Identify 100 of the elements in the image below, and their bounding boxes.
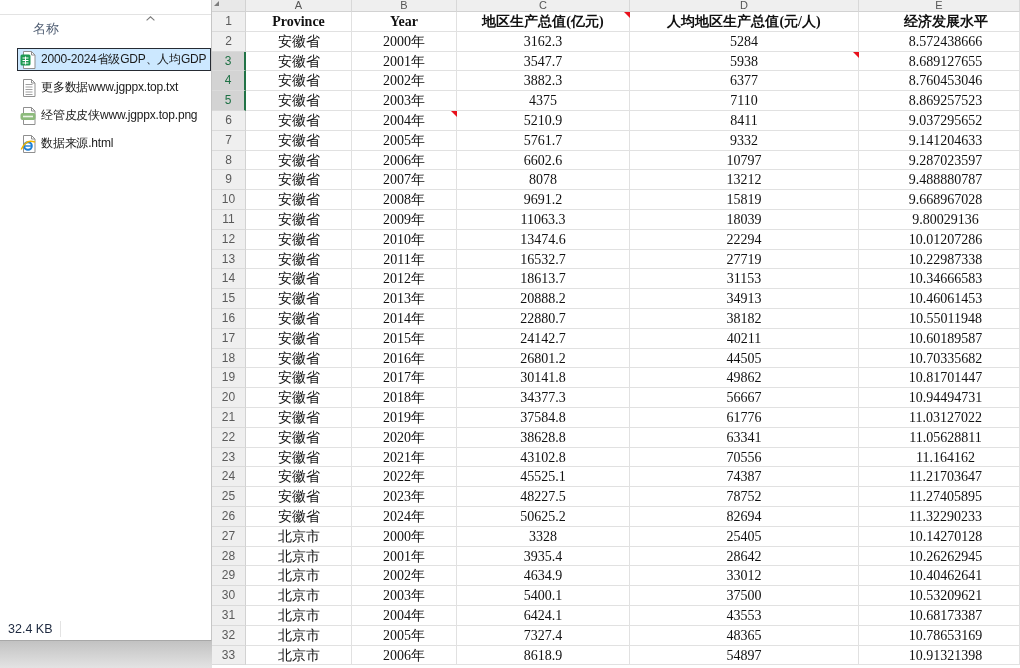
row-header[interactable]: 21 [212,407,246,428]
table-cell: 安徽省 [246,111,352,131]
table-cell: 15819 [630,190,859,210]
spreadsheet-file-icon [20,50,36,69]
row-header[interactable]: 22 [212,427,246,448]
row-header[interactable]: 11 [212,209,246,230]
table-cell: 人均地区生产总值(元/人) [630,12,859,32]
table-cell: 10.26262945 [859,546,1020,567]
row-header[interactable]: 15 [212,289,246,309]
web-file-icon [20,134,36,153]
row-header[interactable]: 5 [212,91,246,111]
row-header[interactable]: 12 [212,229,246,250]
row-header[interactable]: 9 [212,170,246,191]
table-cell: 2002年 [352,71,457,92]
column-header[interactable]: D [630,0,859,12]
table-cell: 13212 [630,170,859,191]
table-cell: 49862 [630,368,859,389]
table-cell: 2011年 [352,249,457,270]
table-cell: 45525.1 [457,467,630,488]
file-item[interactable]: 经管皮皮侠www.jgppx.top.png [17,104,211,127]
row-header[interactable]: 32 [212,625,246,646]
row-header[interactable]: 19 [212,368,246,389]
table-cell: 11.03127022 [859,407,1020,428]
row-header[interactable]: 7 [212,130,246,151]
table-cell: 9.80029136 [859,209,1020,230]
table-cell: 2003年 [352,586,457,606]
row-header[interactable]: 2 [212,31,246,52]
table-cell: 2003年 [352,91,457,111]
table-cell: 10.94494731 [859,388,1020,408]
table-cell: 2019年 [352,407,457,428]
table-cell: 北京市 [246,526,352,547]
table-cell: 10.78653169 [859,625,1020,646]
table-cell: 安徽省 [246,249,352,270]
column-header[interactable]: E [859,0,1020,12]
table-cell: 61776 [630,407,859,428]
row-header[interactable]: 20 [212,388,246,408]
file-item[interactable]: 更多数据www.jgppx.top.txt [17,76,211,99]
table-cell: 6377 [630,71,859,92]
table-cell: 2006年 [352,645,457,666]
row-header[interactable]: 18 [212,348,246,369]
row-header[interactable]: 8 [212,150,246,171]
row-header[interactable]: 29 [212,566,246,587]
table-cell: 25405 [630,526,859,547]
table-cell: 安徽省 [246,388,352,408]
name-column-header[interactable]: 名称 [17,15,197,42]
table-cell: 43102.8 [457,447,630,468]
table-cell: 2002年 [352,566,457,587]
table-cell: 10.01207286 [859,229,1020,250]
table-cell: 5938 [630,51,859,72]
table-cell: 2010年 [352,229,457,250]
row-header[interactable]: 17 [212,328,246,349]
file-item[interactable]: 数据来源.html [17,132,211,155]
table-cell: 8.760453046 [859,71,1020,92]
table-cell: 40211 [630,328,859,349]
row-header[interactable]: 23 [212,447,246,468]
row-header[interactable]: 31 [212,605,246,626]
row-header[interactable]: 16 [212,308,246,329]
table-cell: 6602.6 [457,150,630,171]
table-cell: 安徽省 [246,31,352,52]
table-cell: 北京市 [246,625,352,646]
table-cell: 安徽省 [246,308,352,329]
row-header[interactable]: 28 [212,546,246,567]
table-cell: 3935.4 [457,546,630,567]
row-header[interactable]: 6 [212,111,246,131]
table-cell: 63341 [630,427,859,448]
table-cell: 安徽省 [246,51,352,72]
table-cell: 16532.7 [457,249,630,270]
table-cell: 安徽省 [246,487,352,507]
table-cell: 18613.7 [457,269,630,290]
table-cell: 安徽省 [246,269,352,290]
column-header[interactable]: B [352,0,457,12]
row-header[interactable]: 4 [212,71,246,92]
table-cell: 11.27405895 [859,487,1020,507]
table-cell: 安徽省 [246,130,352,151]
row-header[interactable]: 30 [212,586,246,606]
table-cell: 20888.2 [457,289,630,309]
row-header[interactable]: 1 [212,12,246,32]
row-header[interactable]: 14 [212,269,246,290]
table-cell: 9.668967028 [859,190,1020,210]
table-cell: 2004年 [352,605,457,626]
row-header[interactable]: 25 [212,487,246,507]
row-header[interactable]: 10 [212,190,246,210]
row-header[interactable]: 27 [212,526,246,547]
text-file-icon [20,78,36,97]
row-header[interactable]: 24 [212,467,246,488]
corner-triangle-icon[interactable] [214,1,219,6]
table-cell: 44505 [630,348,859,369]
file-item[interactable]: 2000-2024省级GDP、人均GDP [17,48,211,71]
table-cell: 5761.7 [457,130,630,151]
table-cell: 11063.3 [457,209,630,230]
table-cell: 安徽省 [246,368,352,389]
row-header[interactable]: 33 [212,645,246,666]
row-header[interactable]: 3 [212,51,246,72]
row-header[interactable]: 13 [212,249,246,270]
column-header[interactable]: A [246,0,352,12]
table-cell: 2024年 [352,506,457,527]
row-header[interactable]: 26 [212,506,246,527]
column-header[interactable]: C [457,0,630,12]
table-cell: 3547.7 [457,51,630,72]
table-cell: 34913 [630,289,859,309]
